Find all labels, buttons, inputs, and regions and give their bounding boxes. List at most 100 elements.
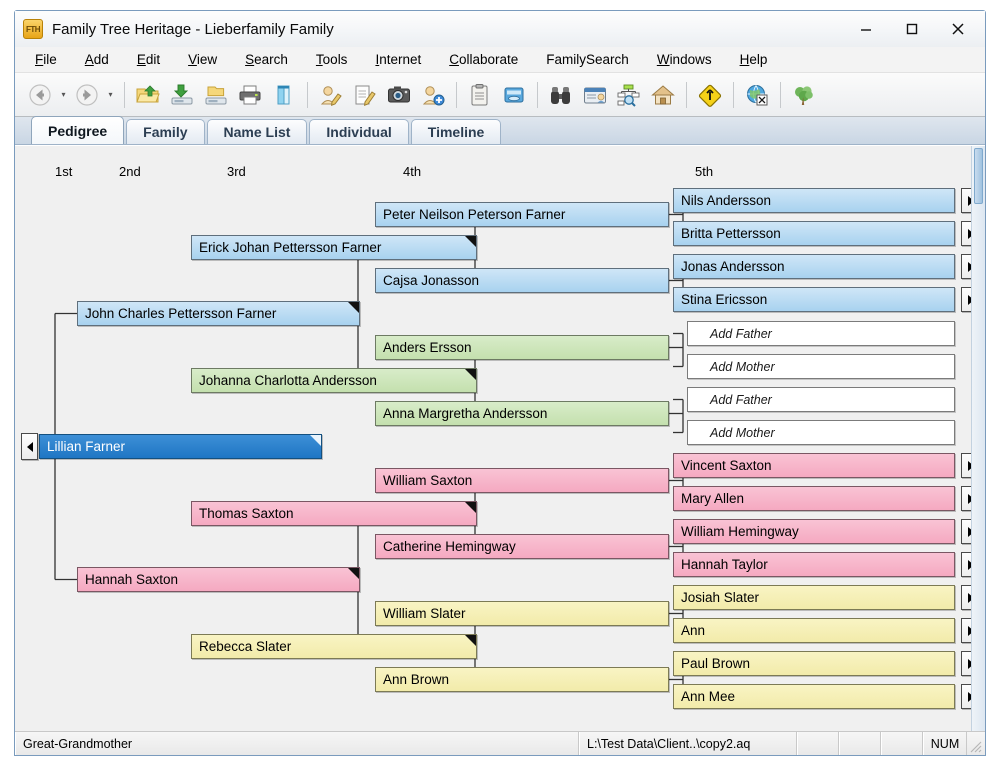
person-box-gen5-10[interactable]: William Hemingway xyxy=(673,519,955,544)
person-box-gen5-1[interactable]: Britta Pettersson xyxy=(673,221,955,246)
expand-ancestors-button-11[interactable] xyxy=(961,552,971,577)
expand-ancestors-button-1[interactable] xyxy=(961,221,971,246)
contact-card-icon[interactable] xyxy=(579,78,611,112)
expand-ancestors-button-0[interactable] xyxy=(961,188,971,213)
binoculars-icon[interactable] xyxy=(545,78,577,112)
tree-icon[interactable] xyxy=(788,78,820,112)
person-name: Rebecca Slater xyxy=(199,639,291,654)
person-box-gen4-1[interactable]: Cajsa Jonasson xyxy=(375,268,669,293)
person-box-gen5-0[interactable]: Nils Andersson xyxy=(673,188,955,213)
person-box-gen5-11[interactable]: Hannah Taylor xyxy=(673,552,955,577)
blue-book-icon[interactable] xyxy=(498,78,530,112)
menu-search[interactable]: Search xyxy=(245,50,304,69)
book-icon[interactable] xyxy=(268,78,300,112)
status-pane-c xyxy=(881,732,923,755)
window-title: Family Tree Heritage - Lieberfamily Fami… xyxy=(52,21,334,38)
menu-help[interactable]: Help xyxy=(740,50,784,69)
toolbar-separator xyxy=(307,82,308,108)
expand-ancestors-button-14[interactable] xyxy=(961,651,971,676)
person-box-gen5-9[interactable]: Mary Allen xyxy=(673,486,955,511)
menu-collaborate[interactable]: Collaborate xyxy=(449,50,534,69)
person-name: William Slater xyxy=(383,606,466,621)
forward-dropdown-caret-icon[interactable]: ▾ xyxy=(104,78,117,112)
tab-timeline[interactable]: Timeline xyxy=(411,119,502,144)
person-box-gen2-1[interactable]: Hannah Saxton xyxy=(77,567,360,592)
clipboard-icon[interactable] xyxy=(464,78,496,112)
expand-ancestors-button-12[interactable] xyxy=(961,585,971,610)
menu-windows[interactable]: Windows xyxy=(657,50,728,69)
menu-file[interactable]: File xyxy=(35,50,73,69)
app-root: FTH Family Tree Heritage - Lieberfamily … xyxy=(0,0,1000,763)
printer-icon[interactable] xyxy=(234,78,266,112)
house-icon[interactable] xyxy=(647,78,679,112)
expand-ancestors-button-10[interactable] xyxy=(961,519,971,544)
person-box-root[interactable]: Lillian Farner xyxy=(39,434,322,459)
person-box-gen5-4[interactable]: Add Father xyxy=(687,321,955,346)
person-name: Nils Andersson xyxy=(681,193,771,208)
person-edit-icon[interactable] xyxy=(315,78,347,112)
person-box-gen5-13[interactable]: Ann xyxy=(673,618,955,643)
back-button[interactable] xyxy=(25,78,55,112)
export-disk-icon[interactable] xyxy=(200,78,232,112)
person-box-gen2-0[interactable]: John Charles Pettersson Farner xyxy=(77,301,360,326)
person-box-gen5-12[interactable]: Josiah Slater xyxy=(673,585,955,610)
tab-name-list[interactable]: Name List xyxy=(207,119,308,144)
camera-icon[interactable] xyxy=(383,78,415,112)
notepad-pencil-icon[interactable] xyxy=(349,78,381,112)
menu-edit[interactable]: Edit xyxy=(137,50,176,69)
person-box-gen5-6[interactable]: Add Father xyxy=(687,387,955,412)
person-box-gen5-7[interactable]: Add Mother xyxy=(687,420,955,445)
resize-grip-icon[interactable] xyxy=(967,732,985,755)
person-box-gen4-6[interactable]: William Slater xyxy=(375,601,669,626)
person-box-gen5-8[interactable]: Vincent Saxton xyxy=(673,453,955,478)
generation-label-1st: 1st xyxy=(55,164,72,179)
person-box-gen4-4[interactable]: William Saxton xyxy=(375,468,669,493)
person-box-gen4-7[interactable]: Ann Brown xyxy=(375,667,669,692)
scrollbar-thumb[interactable] xyxy=(974,148,983,204)
expand-ancestors-button-15[interactable] xyxy=(961,684,971,709)
person-box-gen5-14[interactable]: Paul Brown xyxy=(673,651,955,676)
tab-individual[interactable]: Individual xyxy=(309,119,408,144)
person-box-gen4-5[interactable]: Catherine Hemingway xyxy=(375,534,669,559)
chart-search-icon[interactable] xyxy=(613,78,645,112)
person-box-gen3-2[interactable]: Thomas Saxton xyxy=(191,501,477,526)
maximize-button[interactable] xyxy=(889,14,935,44)
person-add-icon[interactable] xyxy=(417,78,449,112)
close-button[interactable] xyxy=(935,14,981,44)
tab-family[interactable]: Family xyxy=(126,119,204,144)
person-box-gen3-3[interactable]: Rebecca Slater xyxy=(191,634,477,659)
forward-button[interactable] xyxy=(72,78,102,112)
vertical-scrollbar[interactable] xyxy=(971,146,985,731)
previous-person-button[interactable] xyxy=(21,433,38,460)
person-box-gen5-3[interactable]: Stina Ericsson xyxy=(673,287,955,312)
person-box-gen4-3[interactable]: Anna Margretha Andersson xyxy=(375,401,669,426)
person-box-gen4-0[interactable]: Peter Neilson Peterson Farner xyxy=(375,202,669,227)
generation-label-2nd: 2nd xyxy=(119,164,141,179)
pedigree-canvas[interactable]: 1st2nd3rd4th5thNils AnderssonBritta Pett… xyxy=(15,146,971,731)
open-folder-icon[interactable] xyxy=(132,78,164,112)
expand-ancestors-button-13[interactable] xyxy=(961,618,971,643)
menu-view[interactable]: View xyxy=(188,50,233,69)
person-box-gen3-0[interactable]: Erick Johan Pettersson Farner xyxy=(191,235,477,260)
minimize-button[interactable] xyxy=(843,14,889,44)
yellow-road-sign-icon[interactable] xyxy=(694,78,726,112)
menu-add[interactable]: Add xyxy=(85,50,125,69)
menu-familysearch[interactable]: FamilySearch xyxy=(546,50,645,69)
menu-tools[interactable]: Tools xyxy=(316,50,364,69)
tab-pedigree[interactable]: Pedigree xyxy=(31,116,124,144)
expand-ancestors-button-2[interactable] xyxy=(961,254,971,279)
globe-page-icon[interactable] xyxy=(741,78,773,112)
person-box-gen3-1[interactable]: Johanna Charlotta Andersson xyxy=(191,368,477,393)
expand-ancestors-button-3[interactable] xyxy=(961,287,971,312)
person-box-gen5-2[interactable]: Jonas Andersson xyxy=(673,254,955,279)
expand-ancestors-button-8[interactable] xyxy=(961,453,971,478)
person-name: Add Mother xyxy=(710,426,775,440)
back-dropdown-caret-icon[interactable]: ▾ xyxy=(57,78,70,112)
person-box-gen5-5[interactable]: Add Mother xyxy=(687,354,955,379)
person-name: Add Father xyxy=(710,393,772,407)
import-disk-icon[interactable] xyxy=(166,78,198,112)
expand-ancestors-button-9[interactable] xyxy=(961,486,971,511)
menu-internet[interactable]: Internet xyxy=(375,50,437,69)
person-box-gen4-2[interactable]: Anders Ersson xyxy=(375,335,669,360)
person-box-gen5-15[interactable]: Ann Mee xyxy=(673,684,955,709)
